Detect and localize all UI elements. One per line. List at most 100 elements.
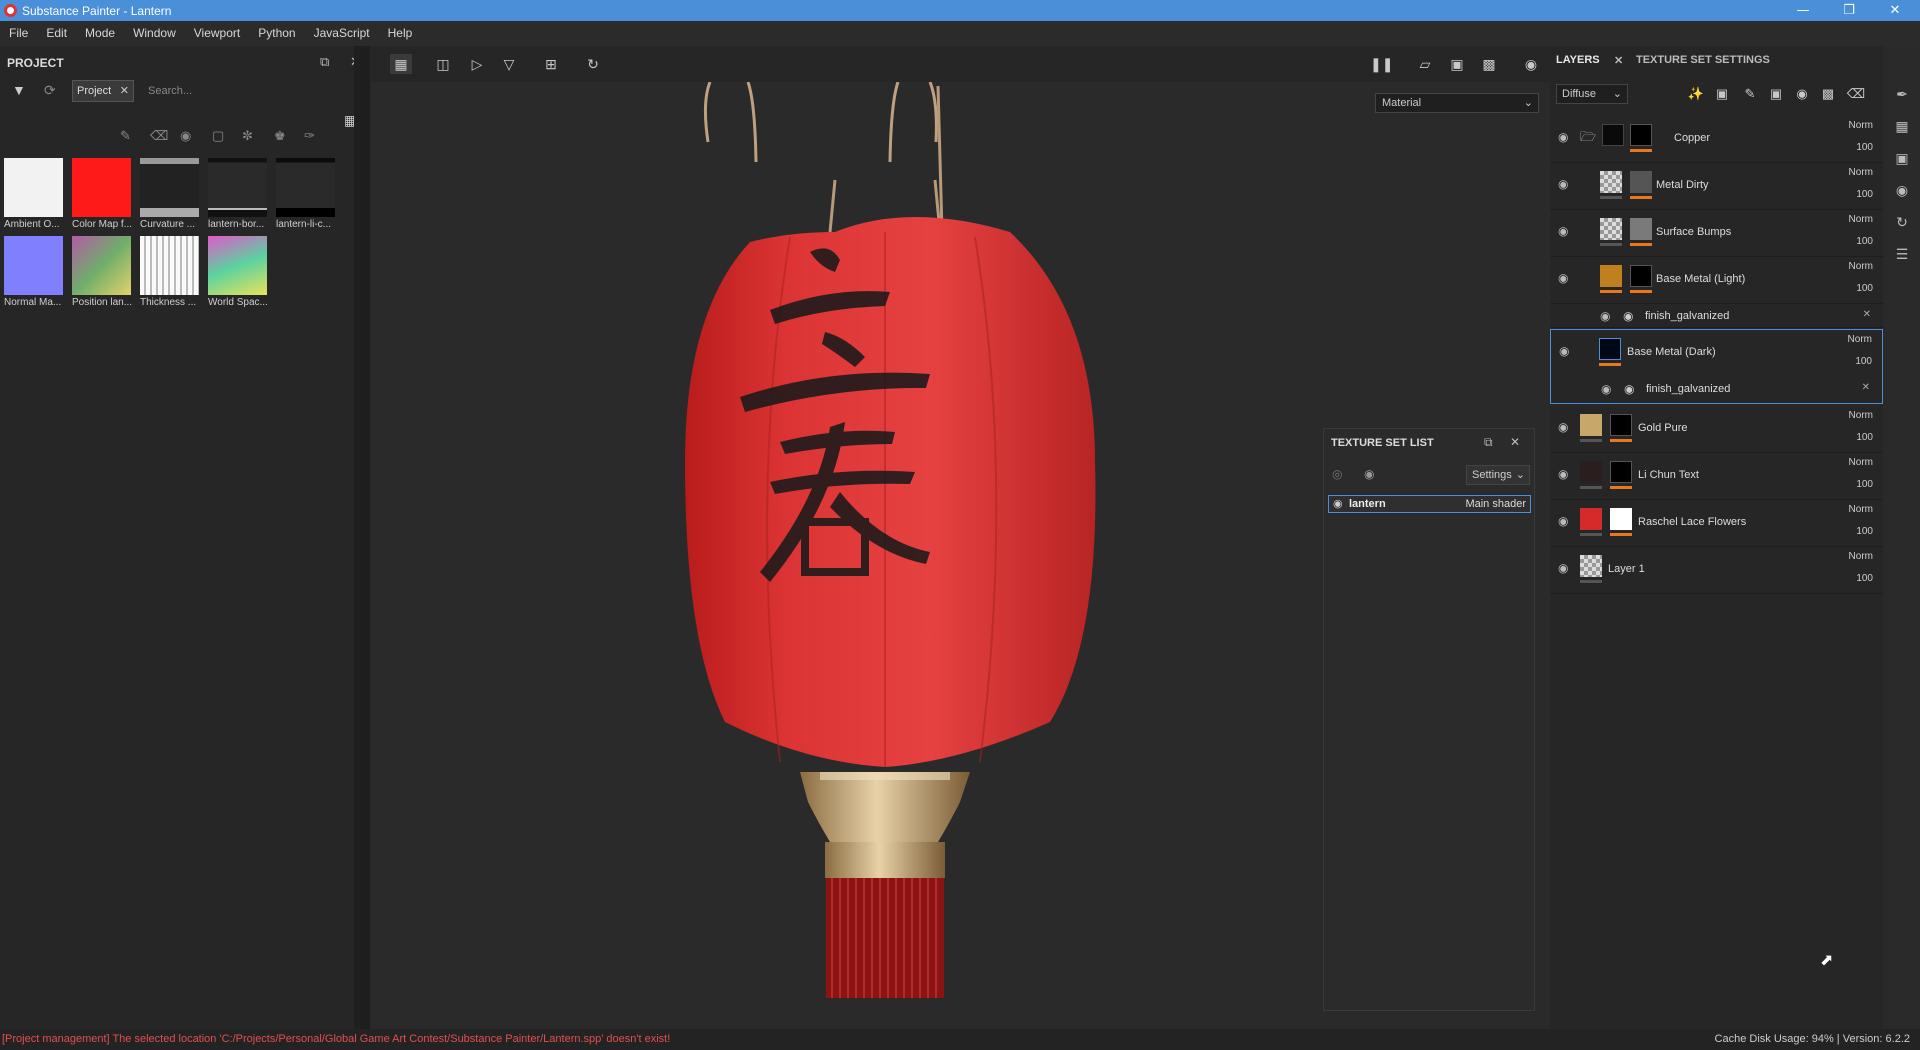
eye-icon[interactable]: ◉ xyxy=(1558,467,1568,481)
texture-set-icon[interactable]: ▦ xyxy=(1892,118,1912,138)
menu-mode[interactable]: Mode xyxy=(76,21,124,46)
opacity-value[interactable]: 100 xyxy=(1856,142,1873,153)
eye-icon[interactable]: ◉ xyxy=(1558,224,1568,238)
blend-mode[interactable]: Norm xyxy=(1849,410,1873,421)
add-fill-layer-icon[interactable]: ▣ xyxy=(1766,84,1786,104)
remove-effect-icon[interactable]: ✕ xyxy=(1862,382,1870,393)
close-icon[interactable]: ✕ xyxy=(1872,0,1918,21)
thumbnail-thickness[interactable]: Thickness ... xyxy=(140,236,200,308)
add-smart-material-icon[interactable]: ◉ xyxy=(1792,84,1812,104)
blend-mode[interactable]: Norm xyxy=(1849,120,1873,131)
remove-effect-icon[interactable]: ✕ xyxy=(1863,309,1871,320)
menu-edit[interactable]: Edit xyxy=(37,21,76,46)
effect-finish-galvanized[interactable]: ◉ ◉ finish_galvanized ✕ xyxy=(1550,304,1883,328)
mask-thumbnail[interactable] xyxy=(1610,508,1632,530)
layer-base-metal-dark[interactable]: ◉ Base Metal (Dark) Norm 100 ◉ ◉ finish_… xyxy=(1550,329,1883,404)
eye-icon[interactable]: ◉ xyxy=(1559,344,1569,358)
mask-thumbnail[interactable] xyxy=(1610,414,1632,436)
brush-tool-icon[interactable]: ✒ xyxy=(1892,86,1912,106)
search-input[interactable] xyxy=(142,80,342,102)
menu-python[interactable]: Python xyxy=(249,21,304,46)
remove-tag-icon[interactable]: ✕ xyxy=(120,84,129,97)
settings-dropdown[interactable]: Settings ⌄ xyxy=(1466,465,1530,485)
layer-base-metal-light[interactable]: ◉ Base Metal (Light) Norm 100 xyxy=(1550,257,1883,304)
eye-icon[interactable]: ◉ xyxy=(1364,467,1374,481)
panel-splitter[interactable] xyxy=(354,46,362,1029)
mask-thumbnail[interactable] xyxy=(1630,218,1652,240)
eye-icon[interactable]: ◉ xyxy=(1558,177,1568,191)
blend-mode[interactable]: Norm xyxy=(1849,504,1873,515)
filter-icon[interactable]: ▼ xyxy=(12,82,26,98)
eye-icon[interactable]: ◉ xyxy=(1333,497,1343,510)
projection-icon[interactable]: ◉ xyxy=(180,128,191,144)
layer-copper[interactable]: ◉ 🗁 Copper Norm 100 xyxy=(1550,116,1883,163)
mask-thumbnail[interactable] xyxy=(1630,265,1652,287)
clone-icon[interactable]: ♚ xyxy=(274,128,286,144)
blend-mode[interactable]: Norm xyxy=(1848,334,1872,345)
thumbnail-curvature[interactable]: Curvature ... xyxy=(140,158,200,230)
layer-raschel-lace-flowers[interactable]: ◉ Raschel Lace Flowers Norm 100 xyxy=(1550,500,1883,547)
layer-gold-pure[interactable]: ◉ Gold Pure Norm 100 xyxy=(1550,406,1883,453)
eye-icon[interactable]: ◉ xyxy=(1558,561,1568,575)
channel-select[interactable]: Diffuse ⌄ xyxy=(1556,84,1628,104)
menu-file[interactable]: File xyxy=(0,21,37,46)
blend-mode[interactable]: Norm xyxy=(1849,551,1873,562)
refresh-icon[interactable]: ⟳ xyxy=(44,82,56,99)
thumbnail-normal-map[interactable]: Normal Ma... xyxy=(4,236,64,308)
hide-icon[interactable]: ◎ xyxy=(1332,467,1342,481)
blend-mode[interactable]: Norm xyxy=(1849,261,1873,272)
blend-mode[interactable]: Norm xyxy=(1849,457,1873,468)
thumbnail-world-space[interactable]: World Spac... xyxy=(208,236,268,308)
history-icon[interactable]: ↻ xyxy=(582,54,604,74)
opacity-value[interactable]: 100 xyxy=(1856,573,1873,584)
effect-finish-galvanized[interactable]: ◉ ◉ finish_galvanized ✕ xyxy=(1551,377,1882,401)
layer-li-chun-text[interactable]: ◉ Li Chun Text Norm 100 xyxy=(1550,453,1883,500)
thumbnail-lantern-li-chun[interactable]: lantern-li-c... xyxy=(276,158,336,230)
thumbnail-color-map[interactable]: Color Map f... xyxy=(72,158,132,230)
mask-thumbnail[interactable] xyxy=(1630,124,1652,146)
viewport[interactable]: ▦ ◫ ▷ ▽ ⊞ ↻ ❚❚ ▱ ▣ ▩ ◉ Material ⌄ TEXTUR… xyxy=(370,46,1550,1029)
menu-help[interactable]: Help xyxy=(379,21,422,46)
add-folder-icon[interactable]: ▩ xyxy=(1818,84,1838,104)
mirror-horizontal-icon[interactable]: ▷ xyxy=(466,54,488,74)
thumbnail-position[interactable]: Position lan... xyxy=(72,236,132,308)
brush-icon[interactable]: ✎ xyxy=(120,128,131,144)
thumbnail-ambient-occlusion[interactable]: Ambient O... xyxy=(4,158,64,230)
delete-icon[interactable]: ⌫ xyxy=(1846,84,1866,104)
display-settings-icon[interactable]: ▣ xyxy=(1892,150,1912,170)
opacity-value[interactable]: 100 xyxy=(1856,189,1873,200)
layer-surface-bumps[interactable]: ◉ Surface Bumps Norm 100 xyxy=(1550,210,1883,257)
menu-javascript[interactable]: JavaScript xyxy=(305,21,379,46)
shader-settings-icon[interactable]: ◉ xyxy=(1892,182,1912,202)
opacity-value[interactable]: 100 xyxy=(1855,356,1872,367)
geometry-fill-icon[interactable]: ▢ xyxy=(212,128,224,144)
log-icon[interactable]: ☰ xyxy=(1892,246,1912,266)
eye-icon[interactable]: ◉ xyxy=(1558,130,1568,144)
add-paint-layer-icon[interactable]: ✎ xyxy=(1740,84,1760,104)
eye-icon[interactable]: ◉ xyxy=(1601,382,1611,396)
float-panel-icon[interactable]: ⧉ xyxy=(320,54,329,70)
eraser-icon[interactable]: ⌫ xyxy=(150,128,168,144)
close-panel-icon[interactable]: ✕ xyxy=(1510,435,1520,449)
eye-icon[interactable]: ◉ xyxy=(1558,514,1568,528)
smudge-icon[interactable]: ✼ xyxy=(242,128,253,144)
history-icon[interactable]: ↻ xyxy=(1892,214,1912,234)
layer-layer-1[interactable]: ◉ Layer 1 Norm 100 xyxy=(1550,547,1883,594)
thumbnail-lantern-border[interactable]: lantern-bor... xyxy=(208,158,268,230)
picker-icon[interactable]: ✑ xyxy=(304,128,315,144)
filter-tag-project[interactable]: Project ✕ xyxy=(72,80,134,102)
camera-icon[interactable]: ▩ xyxy=(1478,54,1500,74)
blend-mode[interactable]: Norm xyxy=(1849,167,1873,178)
restore-icon[interactable]: ❐ xyxy=(1826,0,1872,21)
mask-thumbnail[interactable] xyxy=(1610,461,1632,483)
close-tab-icon[interactable]: ✕ xyxy=(1614,54,1623,67)
3d-view-icon[interactable]: ▣ xyxy=(1446,54,1468,74)
opacity-value[interactable]: 100 xyxy=(1856,479,1873,490)
opacity-value[interactable]: 100 xyxy=(1856,283,1873,294)
selection-mode-icon[interactable]: ▦ xyxy=(390,54,412,74)
opacity-value[interactable]: 100 xyxy=(1856,432,1873,443)
add-effect-icon[interactable]: ✨ xyxy=(1686,84,1706,104)
tab-texture-set-settings[interactable]: TEXTURE SET SETTINGS xyxy=(1636,54,1770,66)
layer-metal-dirty[interactable]: ◉ Metal Dirty Norm 100 xyxy=(1550,163,1883,210)
mirror-vertical-icon[interactable]: ▽ xyxy=(498,54,520,74)
